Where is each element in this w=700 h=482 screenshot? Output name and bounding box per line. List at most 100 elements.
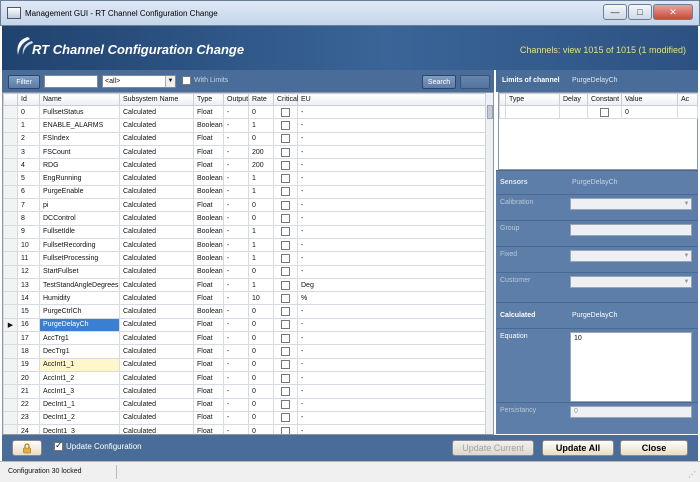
cell-id[interactable]: 5 [17, 171, 40, 186]
cell-name[interactable]: RDG [39, 158, 120, 173]
cell-id[interactable]: 6 [17, 184, 40, 200]
cell-output[interactable]: - [223, 344, 249, 359]
cell-critical[interactable] [273, 198, 298, 213]
column-header-name[interactable]: Name [39, 93, 120, 106]
cell-critical[interactable] [273, 211, 298, 226]
cell-type[interactable]: Boolean [193, 264, 224, 279]
column-header-subsystem[interactable]: Subsystem Name [119, 93, 194, 106]
cell-name[interactable]: DecInt1_1 [39, 397, 120, 412]
cell-id[interactable]: 4 [17, 158, 40, 173]
cell-rate[interactable]: 0 [248, 424, 274, 434]
table-row[interactable]: 6 PurgeEnable Calculated Boolean -1- [3, 184, 488, 200]
search-button[interactable]: Search [422, 75, 456, 89]
column-header-rate[interactable]: Rate [248, 93, 274, 106]
limits-row[interactable]: 0 [499, 104, 698, 120]
cell-critical[interactable] [273, 277, 298, 293]
cell-id[interactable]: 12 [17, 264, 40, 279]
cell-critical[interactable] [273, 118, 298, 133]
cell-type[interactable]: Boolean [193, 118, 224, 133]
cell-rate[interactable]: 0 [248, 317, 274, 333]
cell-name[interactable]: ENABLE_ALARMS [39, 118, 120, 133]
critical-checkbox[interactable] [281, 160, 290, 170]
cell-type[interactable]: Boolean [193, 184, 224, 200]
table-row[interactable]: 19 AccInt1_1 Calculated Float -0- [3, 357, 488, 372]
update-current-button[interactable]: Update Current [452, 440, 534, 456]
cell-output[interactable]: - [223, 410, 249, 426]
cell-type[interactable]: Float [193, 410, 224, 426]
critical-checkbox[interactable] [281, 386, 290, 396]
cell-name[interactable]: AccInt1_3 [39, 384, 120, 399]
critical-checkbox[interactable] [281, 253, 290, 263]
cell-id[interactable]: 21 [17, 384, 40, 399]
cell-name[interactable]: TestStandAngleDegrees [39, 277, 120, 293]
cell-rate[interactable]: 1 [248, 184, 274, 200]
cell-subsystem[interactable]: Calculated [119, 211, 194, 226]
fixed-select[interactable]: ▼ [570, 250, 692, 262]
cell-critical[interactable] [273, 384, 298, 399]
critical-checkbox[interactable] [281, 227, 290, 237]
table-row[interactable]: 3 FSCount Calculated Float -200- [3, 144, 488, 160]
critical-checkbox[interactable] [281, 346, 290, 356]
cell-critical[interactable] [273, 104, 298, 120]
table-row[interactable]: 12 StartFullset Calculated Boolean -0- [3, 264, 488, 279]
subsystem-select[interactable]: <all> ▼ [102, 75, 176, 88]
critical-checkbox[interactable] [281, 174, 290, 184]
cell-id[interactable]: 8 [17, 211, 40, 226]
cell-eu[interactable]: - [297, 357, 488, 372]
cell-critical[interactable] [273, 304, 298, 319]
cell-subsystem[interactable]: Calculated [119, 237, 194, 253]
cell-output[interactable]: - [223, 171, 249, 186]
cell-rate[interactable]: 200 [248, 144, 274, 160]
critical-checkbox[interactable] [281, 200, 290, 210]
cell-rate[interactable]: 0 [248, 410, 274, 426]
cell-type[interactable]: Float [193, 370, 224, 386]
cell-critical[interactable] [273, 144, 298, 160]
cell-id[interactable]: 2 [17, 131, 40, 146]
cell-name[interactable]: PurgeCtrlCh [39, 304, 120, 319]
persistancy-field[interactable]: 0 [570, 406, 692, 418]
cell-output[interactable]: - [223, 158, 249, 173]
cell-eu[interactable]: - [297, 131, 488, 146]
cell-critical[interactable] [273, 410, 298, 426]
cell-critical[interactable] [273, 184, 298, 200]
cell-eu[interactable]: - [297, 384, 488, 399]
cell-output[interactable]: - [223, 237, 249, 253]
cell-id[interactable]: 24 [17, 424, 40, 434]
cell-id[interactable]: 22 [17, 397, 40, 412]
cell-subsystem[interactable]: Calculated [119, 171, 194, 186]
limits-value-cell[interactable]: 0 [621, 104, 678, 120]
cell-eu[interactable]: - [297, 264, 488, 279]
cell-subsystem[interactable]: Calculated [119, 277, 194, 293]
cell-id[interactable]: 7 [17, 198, 40, 213]
critical-checkbox[interactable] [281, 307, 290, 317]
table-row[interactable]: 22 DecInt1_1 Calculated Float -0- [3, 397, 488, 412]
limits-type-cell[interactable] [505, 104, 560, 120]
cell-subsystem[interactable]: Calculated [119, 291, 194, 306]
cell-output[interactable]: - [223, 291, 249, 306]
cell-name[interactable]: DCControl [39, 211, 120, 226]
cell-name[interactable]: AccTrg1 [39, 331, 120, 346]
cell-critical[interactable] [273, 370, 298, 386]
cell-rate[interactable]: 1 [248, 251, 274, 266]
cell-type[interactable]: Float [193, 277, 224, 293]
table-row[interactable]: 11 FullsetProcessing Calculated Boolean -1- [3, 251, 488, 266]
critical-checkbox[interactable] [281, 426, 290, 434]
table-row[interactable]: 5 EngRunning Calculated Boolean -1- [3, 171, 488, 186]
cell-id[interactable]: 1 [17, 118, 40, 133]
equation-field[interactable]: 10 [570, 332, 692, 402]
cell-subsystem[interactable]: Calculated [119, 131, 194, 146]
cell-rate[interactable]: 0 [248, 198, 274, 213]
critical-checkbox[interactable] [281, 373, 290, 383]
cell-type[interactable]: Float [193, 291, 224, 306]
cell-output[interactable]: - [223, 131, 249, 146]
table-row[interactable]: 4 RDG Calculated Float -200- [3, 158, 488, 173]
cell-rate[interactable]: 1 [248, 171, 274, 186]
table-row[interactable]: 10 FullsetRecording Calculated Boolean -1- [3, 237, 488, 253]
critical-checkbox[interactable] [281, 267, 290, 277]
cell-id[interactable]: 18 [17, 344, 40, 359]
cell-rate[interactable]: 1 [248, 118, 274, 133]
cell-type[interactable]: Float [193, 384, 224, 399]
cell-output[interactable]: - [223, 118, 249, 133]
critical-checkbox[interactable] [281, 360, 290, 370]
cell-critical[interactable] [273, 397, 298, 412]
